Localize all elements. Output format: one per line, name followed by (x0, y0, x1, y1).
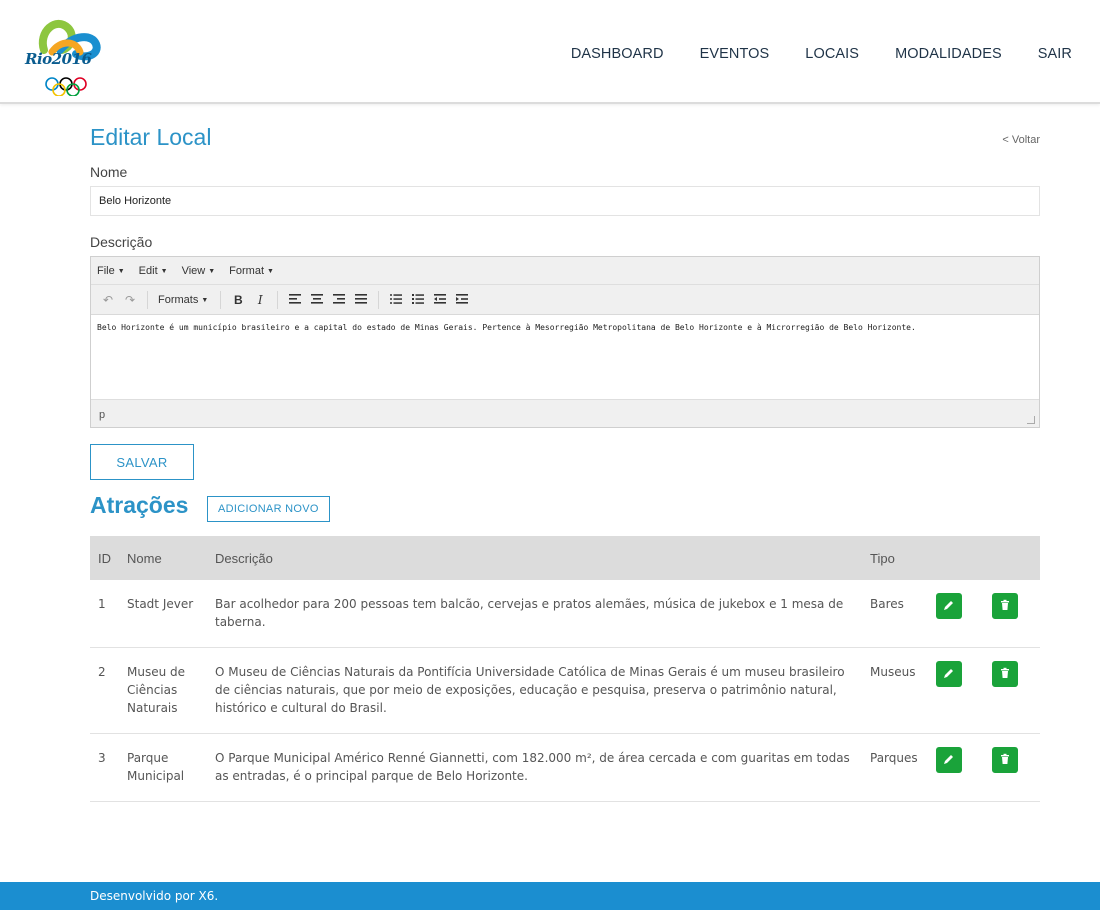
editor-content-area[interactable]: Belo Horizonte é um município brasileiro… (91, 315, 1039, 399)
row-edit-cell (928, 733, 984, 802)
nav-sair[interactable]: SAIR (1038, 46, 1072, 62)
add-attraction-button[interactable]: ADICIONAR NOVO (207, 496, 330, 522)
edit-button[interactable] (936, 747, 962, 773)
logo-text: Rio2016 (25, 50, 92, 68)
formats-dropdown[interactable]: Formats ▼ (158, 294, 208, 306)
delete-button[interactable] (992, 593, 1018, 619)
nav-locais[interactable]: LOCAIS (805, 46, 859, 62)
editor-element-path[interactable]: p (99, 409, 105, 421)
editor-menubar: File ▼ Edit ▼ View ▼ Format ▼ (91, 257, 1039, 285)
row-description: O Museu de Ciências Naturais da Pontifíc… (207, 647, 862, 734)
name-label: Nome (90, 164, 128, 180)
row-id: 2 (90, 647, 119, 734)
save-button[interactable]: SALVAR (90, 444, 194, 480)
edit-button[interactable] (936, 661, 962, 687)
toolbar-divider (277, 290, 279, 309)
column-header-tipo: Tipo (862, 536, 928, 580)
editor-menu-file[interactable]: File ▼ (97, 265, 125, 277)
align-left-icon[interactable] (284, 293, 306, 307)
align-center-icon[interactable] (306, 293, 328, 307)
column-header-delete (984, 536, 1040, 580)
table-row: 2 Museu de Ciências Naturais O Museu de … (90, 647, 1040, 734)
column-header-nome: Nome (119, 536, 207, 580)
attractions-table: ID Nome Descrição Tipo 1 Stadt Jever Bar… (90, 536, 1040, 802)
italic-button[interactable]: I (249, 293, 271, 307)
row-description: Bar acolhedor para 200 pessoas tem balcã… (207, 580, 862, 648)
outdent-icon[interactable] (429, 293, 451, 307)
trash-icon (1001, 667, 1009, 678)
row-id: 3 (90, 733, 119, 802)
align-justify-icon[interactable] (350, 293, 372, 307)
caret-down-icon: ▼ (117, 267, 125, 275)
bold-button[interactable]: B (227, 293, 249, 307)
delete-button[interactable] (992, 661, 1018, 687)
column-header-descricao: Descrição (207, 536, 862, 580)
nav-eventos[interactable]: EVENTOS (700, 46, 770, 62)
row-name: Parque Municipal (119, 733, 207, 802)
bullet-list-icon[interactable] (385, 293, 407, 307)
nav-dashboard[interactable]: DASHBOARD (571, 46, 664, 62)
row-name: Museu de Ciências Naturais (119, 647, 207, 734)
description-label: Descrição (90, 234, 153, 250)
table-header-row: ID Nome Descrição Tipo (90, 536, 1040, 580)
pencil-icon (944, 755, 953, 764)
editor-statusbar: p (91, 399, 1039, 427)
footer-text: Desenvolvido por X6. (90, 889, 219, 903)
editor-menu-edit[interactable]: Edit ▼ (139, 265, 168, 277)
delete-button[interactable] (992, 747, 1018, 773)
row-delete-cell (984, 647, 1040, 734)
name-input[interactable] (90, 186, 1040, 216)
column-header-edit (928, 536, 984, 580)
caret-down-icon: ▼ (201, 296, 209, 304)
caret-down-icon: ▼ (267, 267, 274, 275)
site-header: Rio2016 DASHBOARD EVENTOS LOCAIS MODALID… (0, 0, 1100, 104)
table-row: 1 Stadt Jever Bar acolhedor para 200 pes… (90, 580, 1040, 648)
row-description: O Parque Municipal Américo Renné Giannet… (207, 733, 862, 802)
nav-modalidades[interactable]: MODALIDADES (895, 46, 1002, 62)
numbered-list-icon[interactable] (407, 293, 429, 307)
editor-menu-view[interactable]: View ▼ (182, 265, 216, 277)
row-type: Museus (862, 647, 928, 734)
caret-down-icon: ▼ (160, 267, 168, 275)
resize-handle-icon[interactable] (1027, 416, 1035, 424)
pencil-icon (944, 669, 953, 678)
row-id: 1 (90, 580, 119, 648)
rich-text-editor: File ▼ Edit ▼ View ▼ Format ▼ ↶ ↷ Formats ▼ B… (90, 256, 1040, 428)
row-delete-cell (984, 580, 1040, 648)
edit-button[interactable] (936, 593, 962, 619)
trash-icon (1001, 753, 1009, 764)
indent-icon[interactable] (451, 293, 473, 307)
row-type: Parques (862, 733, 928, 802)
back-link[interactable]: < Voltar (1002, 134, 1040, 146)
table-row: 3 Parque Municipal O Parque Municipal Am… (90, 733, 1040, 802)
attractions-title: Atrações (90, 492, 189, 518)
row-type: Bares (862, 580, 928, 648)
row-edit-cell (928, 647, 984, 734)
row-name: Stadt Jever (119, 580, 207, 648)
align-right-icon[interactable] (328, 293, 350, 307)
toolbar-divider (378, 290, 380, 309)
redo-icon[interactable]: ↷ (119, 293, 141, 307)
trash-icon (1001, 599, 1009, 610)
row-delete-cell (984, 733, 1040, 802)
column-header-id: ID (90, 536, 119, 580)
editor-menu-format[interactable]: Format ▼ (229, 265, 274, 277)
toolbar-divider (220, 290, 222, 309)
pencil-icon (944, 601, 953, 610)
row-edit-cell (928, 580, 984, 648)
editor-toolbar: ↶ ↷ Formats ▼ B I (91, 285, 1039, 315)
caret-down-icon: ▼ (208, 267, 216, 275)
toolbar-divider (147, 290, 148, 309)
page-title: Editar Local (90, 124, 212, 150)
site-footer: Desenvolvido por X6. (0, 882, 1100, 910)
main-nav: DASHBOARD EVENTOS LOCAIS MODALIDADES SAI… (535, 46, 1072, 62)
undo-icon[interactable]: ↶ (97, 293, 119, 307)
